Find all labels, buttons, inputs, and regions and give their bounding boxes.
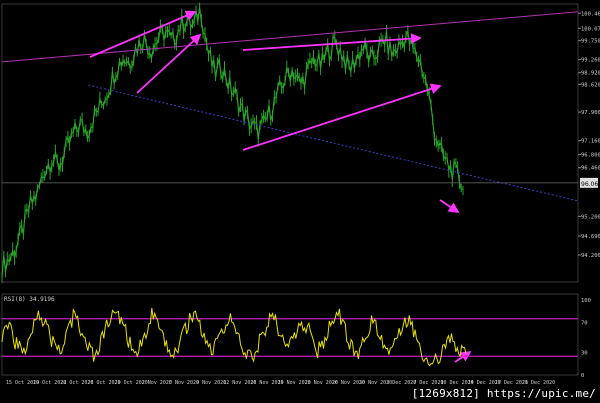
x-tick-label: 3 Dec 2020 <box>386 380 416 386</box>
indicator-y-tick-label: 0 <box>581 373 584 379</box>
x-tick-label: 21 Dec 2020 <box>522 380 555 386</box>
trendline-upper-channel <box>1 11 579 63</box>
y-tick-label: 98.920 <box>581 71 600 77</box>
watermark: [1269x812] https://upic.me/ <box>411 387 596 400</box>
indicator-y-tick-label: 70 <box>581 321 588 327</box>
y-tick-label: 96.460 <box>581 166 600 172</box>
y-tick-label: 96.800 <box>581 153 600 159</box>
y-tick-label: 94.200 <box>581 253 600 259</box>
y-tick-label: 97.900 <box>581 110 600 116</box>
y-tick-label: 98.620 <box>581 82 600 88</box>
price-panel <box>1 2 579 283</box>
x-tick-label: 5 Nov 2020 <box>169 380 199 386</box>
y-tick-label: 100.070 <box>581 26 600 32</box>
y-tick-label: 100.460 <box>581 11 600 17</box>
price-frame <box>1 3 579 283</box>
annotation-arrow <box>439 199 460 213</box>
chart-canvas: RSI(8) 34.9196 96.068 100.460 100.070 99.75… <box>1 2 600 386</box>
x-tick-label: 9 Nov 2020 <box>196 380 226 386</box>
indicator-panel: RSI(8) 34.9196 <box>1 293 579 376</box>
x-tick-label: 7 Dec 2020 <box>413 380 443 386</box>
indicator-y-tick-label: 30 <box>581 351 588 357</box>
x-tick-label: 2 Nov 2020 <box>142 380 172 386</box>
y-tick-label: 94.690 <box>581 234 600 240</box>
y-tick-label: 97.160 <box>581 139 600 145</box>
y-tick-label: 99.260 <box>581 58 600 64</box>
trendline-lower-support <box>88 84 579 202</box>
indicator-y-tick-label: 100 <box>581 298 591 304</box>
y-tick-label: 95.200 <box>581 214 600 220</box>
current-price-label: 96.068 <box>581 181 600 188</box>
indicator-series-line <box>1 307 467 367</box>
y-tick-label: 99.750 <box>581 39 600 45</box>
annotation-arrow <box>454 351 472 363</box>
indicator-frame <box>1 293 579 376</box>
indicator-label: RSI(8) 34.9196 <box>4 296 55 303</box>
